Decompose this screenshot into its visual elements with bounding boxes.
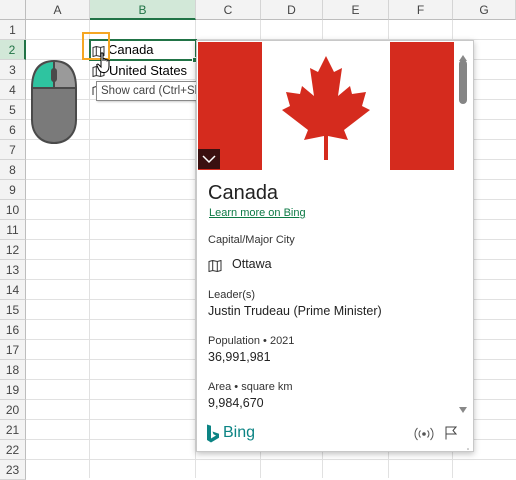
resize-grip-icon[interactable]	[462, 442, 470, 450]
learn-more-link[interactable]: Learn more on Bing	[209, 207, 306, 219]
gridline	[26, 459, 516, 460]
mouse-icon	[30, 59, 78, 145]
row-header-9[interactable]: 9	[0, 180, 26, 200]
column-header-d[interactable]: D	[261, 0, 323, 20]
card-title: Canada	[208, 182, 279, 204]
data-card: Canada Learn more on Bing Capital/Major …	[196, 40, 474, 452]
field-label-area: Area • square km	[208, 381, 293, 393]
column-header-b[interactable]: B	[90, 0, 196, 20]
row-header-19[interactable]: 19	[0, 380, 26, 400]
column-header-g[interactable]: G	[453, 0, 516, 20]
column-header-a[interactable]: A	[26, 0, 90, 20]
row-header-4[interactable]: 4	[0, 80, 26, 100]
bing-wordmark: Bing	[223, 424, 256, 441]
row-header-6[interactable]: 6	[0, 120, 26, 140]
select-all-corner[interactable]	[0, 0, 26, 20]
row-header-7[interactable]: 7	[0, 140, 26, 160]
field-value-capital[interactable]: Ottawa	[232, 257, 272, 271]
row-header-15[interactable]: 15	[0, 300, 26, 320]
field-label-capital: Capital/Major City	[208, 234, 295, 246]
flag-image	[198, 42, 454, 170]
row-header-18[interactable]: 18	[0, 360, 26, 380]
row-header-21[interactable]: 21	[0, 420, 26, 440]
field-label-population: Population • 2021	[208, 335, 295, 347]
row-header-12[interactable]: 12	[0, 240, 26, 260]
chevron-down-icon[interactable]	[198, 149, 220, 169]
field-label-leaders: Leader(s)	[208, 289, 256, 301]
column-header-f[interactable]: F	[389, 0, 453, 20]
tooltip: Show card (Ctrl+Shift+F5)	[96, 81, 197, 101]
row-header-5[interactable]: 5	[0, 100, 26, 120]
row-header-23[interactable]: 23	[0, 460, 26, 480]
flag-icon[interactable]	[445, 426, 458, 440]
broadcast-icon[interactable]	[414, 427, 434, 441]
row-header-10[interactable]: 10	[0, 200, 26, 220]
map-icon	[208, 259, 222, 273]
cell-b2-text: Canada	[108, 42, 154, 57]
bing-logo-icon	[206, 424, 220, 444]
column-header-c[interactable]: C	[196, 0, 261, 20]
scroll-down-icon[interactable]	[459, 400, 467, 413]
column-header-e[interactable]: E	[323, 0, 389, 20]
row-header-11[interactable]: 11	[0, 220, 26, 240]
row-header-8[interactable]: 8	[0, 160, 26, 180]
row-header-3[interactable]: 3	[0, 60, 26, 80]
hand-cursor-icon	[96, 52, 114, 74]
scroll-up-icon[interactable]	[459, 48, 467, 61]
row-header-20[interactable]: 20	[0, 400, 26, 420]
cell-b3-text: United States	[109, 63, 188, 78]
field-value-area: 9,984,670	[208, 396, 264, 410]
row-header-1[interactable]: 1	[0, 20, 26, 40]
field-value-leaders: Justin Trudeau (Prime Minister)	[208, 304, 382, 318]
card-footer: Bing	[197, 415, 473, 451]
row-header-22[interactable]: 22	[0, 440, 26, 460]
scrollbar[interactable]	[455, 42, 471, 414]
gridline	[89, 20, 90, 478]
field-value-population: 36,991,981	[208, 350, 271, 364]
row-header-13[interactable]: 13	[0, 260, 26, 280]
row-header-17[interactable]: 17	[0, 340, 26, 360]
row-header-2[interactable]: 2	[0, 40, 26, 60]
row-header-14[interactable]: 14	[0, 280, 26, 300]
scrollbar-thumb[interactable]	[459, 60, 467, 104]
row-header-16[interactable]: 16	[0, 320, 26, 340]
tooltip-text: Show card (Ctrl+Shift+F5)	[101, 85, 196, 97]
